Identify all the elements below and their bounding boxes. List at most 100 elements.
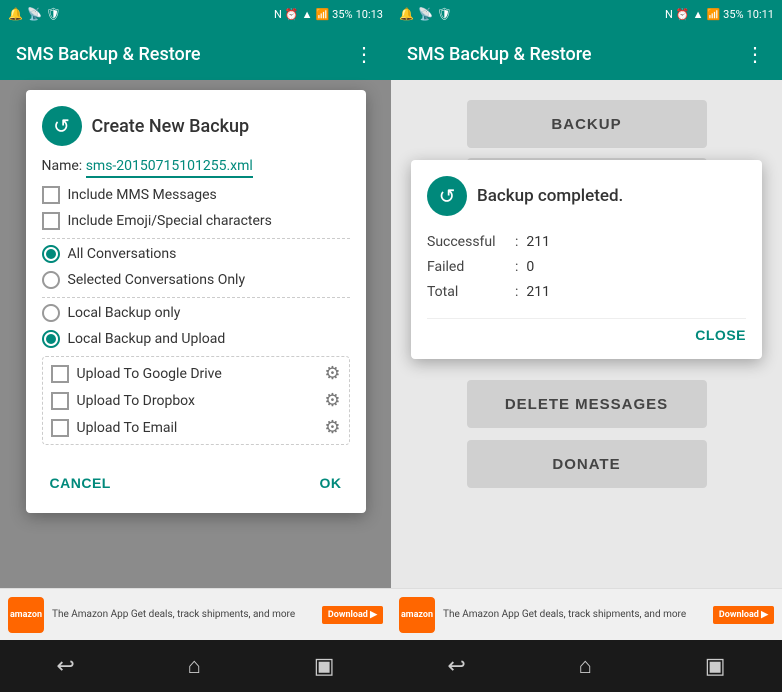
right-cast-icon: 📡 <box>418 7 433 21</box>
right-app-bar: SMS Backup & Restore ⋮ <box>391 28 782 80</box>
right-app-title: SMS Backup & Restore <box>407 44 745 65</box>
left-main-content: ↺ Create New Backup Name: sms-2015071510… <box>0 80 391 588</box>
right-ad-logo: amazon <box>399 597 435 633</box>
right-time-display: 10:11 <box>747 8 774 21</box>
name-label: Name: <box>42 158 83 174</box>
upload-dropbox-checkbox[interactable] <box>51 392 69 410</box>
backup-icon-symbol: ↺ <box>53 114 70 138</box>
include-emoji-checkbox[interactable] <box>42 212 60 230</box>
home-button[interactable]: ⌂ <box>188 653 201 679</box>
upload-dropbox-label: Upload To Dropbox <box>77 393 195 409</box>
left-app-bar: SMS Backup & Restore ⋮ <box>0 28 391 80</box>
backup-dialog-actions: CLOSE <box>427 318 746 343</box>
failed-value: 0 <box>526 255 534 280</box>
failed-stat-row: Failed : 0 <box>427 255 746 280</box>
all-conversations-label: All Conversations <box>68 246 177 262</box>
wifi-icon: ▲ <box>302 8 313 21</box>
backup-filename[interactable]: sms-20150715101255.xml <box>86 158 253 178</box>
total-label: Total <box>427 280 507 305</box>
donate-btn-area: DONATE <box>467 440 707 488</box>
back-button[interactable]: ↩ <box>56 654 74 679</box>
donate-button[interactable]: DONATE <box>467 440 707 488</box>
upload-email-left: Upload To Email <box>51 419 178 437</box>
delete-btn-area: DELETE MESSAGES <box>467 380 707 428</box>
right-back-button[interactable]: ↩ <box>447 654 465 679</box>
right-main-content: BACKUP RESTORE ↺ Backup completed. Succe… <box>391 80 782 588</box>
left-phone-panel: 🔔 📡 🛡 N ⏰ ▲ 📶 35% 10:13 SMS Backup & Res… <box>0 0 391 692</box>
local-only-option[interactable]: Local Backup only <box>42 304 350 322</box>
left-ad-text: The Amazon App Get deals, track shipment… <box>52 609 314 620</box>
include-mms-label: Include MMS Messages <box>68 187 217 203</box>
local-upload-radio[interactable] <box>42 330 60 348</box>
battery-text: 35% <box>332 8 352 21</box>
selected-conversations-option[interactable]: Selected Conversations Only <box>42 271 350 289</box>
local-upload-option[interactable]: Local Backup and Upload <box>42 330 350 348</box>
total-value: 211 <box>526 280 550 305</box>
left-menu-button[interactable]: ⋮ <box>354 42 375 66</box>
ok-button[interactable]: OK <box>312 469 350 497</box>
include-emoji-option[interactable]: Include Emoji/Special characters <box>42 212 350 230</box>
dialog-overlay: ↺ Create New Backup Name: sms-2015071510… <box>0 80 391 588</box>
successful-colon: : <box>515 230 518 255</box>
local-only-radio[interactable] <box>42 304 60 322</box>
include-mms-checkbox[interactable] <box>42 186 60 204</box>
include-emoji-label: Include Emoji/Special characters <box>68 213 272 229</box>
upload-google-drive-row[interactable]: Upload To Google Drive ⚙ <box>51 363 341 384</box>
right-recent-button[interactable]: ▣ <box>705 654 726 679</box>
failed-colon: : <box>515 255 518 280</box>
right-battery-text: 35% <box>723 8 743 21</box>
dialog-actions: CANCEL OK <box>42 461 350 497</box>
right-status-bar: 🔔 📡 🛡 N ⏰ ▲ 📶 35% 10:11 <box>391 0 782 28</box>
amazon-logo-text: amazon <box>10 610 42 620</box>
upload-email-checkbox[interactable] <box>51 419 69 437</box>
recent-button[interactable]: ▣ <box>314 654 335 679</box>
right-ad-banner: amazon The Amazon App Get deals, track s… <box>391 588 782 640</box>
selected-conversations-radio[interactable] <box>42 271 60 289</box>
all-conversations-radio[interactable] <box>42 245 60 263</box>
right-home-button[interactable]: ⌂ <box>579 653 592 679</box>
upload-email-row[interactable]: Upload To Email ⚙ <box>51 417 341 438</box>
backup-completed-icon: ↺ <box>427 176 467 216</box>
upload-email-label: Upload To Email <box>77 420 178 436</box>
selected-conversations-label: Selected Conversations Only <box>68 272 246 288</box>
total-colon: : <box>515 280 518 305</box>
backup-completed-dialog: ↺ Backup completed. Successful : 211 Fai… <box>411 160 762 359</box>
nfc-icon: N <box>274 8 282 21</box>
right-shield-icon: 🛡 <box>437 7 452 21</box>
right-nfc-icon: N <box>665 8 673 21</box>
left-status-bar: 🔔 📡 🛡 N ⏰ ▲ 📶 35% 10:13 <box>0 0 391 28</box>
all-conversations-option[interactable]: All Conversations <box>42 245 350 263</box>
dropbox-settings-icon[interactable]: ⚙ <box>324 390 340 411</box>
backup-completed-header: ↺ Backup completed. <box>427 176 746 216</box>
right-signal-icon: 📶 <box>706 8 720 21</box>
left-ad-download-button[interactable]: Download ▶ <box>322 606 383 624</box>
backup-completed-title: Backup completed. <box>477 186 623 206</box>
right-menu-button[interactable]: ⋮ <box>745 42 766 66</box>
upload-dropbox-row[interactable]: Upload To Dropbox ⚙ <box>51 390 341 411</box>
delete-messages-button[interactable]: DELETE MESSAGES <box>467 380 707 428</box>
dialog-header: ↺ Create New Backup <box>42 106 350 146</box>
backup-dialog-icon: ↺ <box>42 106 82 146</box>
email-settings-icon[interactable]: ⚙ <box>324 417 340 438</box>
cancel-button[interactable]: CANCEL <box>42 469 119 497</box>
upload-google-drive-left: Upload To Google Drive <box>51 365 222 383</box>
notification-icon: 🔔 <box>8 7 23 21</box>
backup-stats: Successful : 211 Failed : 0 Total : 211 <box>427 230 746 306</box>
right-phone-panel: 🔔 📡 🛡 N ⏰ ▲ 📶 35% 10:11 SMS Backup & Res… <box>391 0 782 692</box>
status-left-icons: 🔔 📡 🛡 <box>8 7 61 21</box>
right-ad-download-button[interactable]: Download ▶ <box>713 606 774 624</box>
gdrive-settings-icon[interactable]: ⚙ <box>324 363 340 384</box>
local-upload-label: Local Backup and Upload <box>68 331 226 347</box>
time-display: 10:13 <box>356 8 383 21</box>
include-mms-option[interactable]: Include MMS Messages <box>42 186 350 204</box>
signal-icon: 📶 <box>315 8 329 21</box>
upload-gdrive-checkbox[interactable] <box>51 365 69 383</box>
right-wifi-icon: ▲ <box>693 8 704 21</box>
right-alarm-icon: ⏰ <box>676 8 690 21</box>
right-status-right: N ⏰ ▲ 📶 35% 10:11 <box>665 8 774 21</box>
total-stat-row: Total : 211 <box>427 280 746 305</box>
backup-button[interactable]: BACKUP <box>467 100 707 148</box>
close-button[interactable]: CLOSE <box>695 327 746 343</box>
left-ad-banner: amazon The Amazon App Get deals, track s… <box>0 588 391 640</box>
upload-gdrive-label: Upload To Google Drive <box>77 366 222 382</box>
